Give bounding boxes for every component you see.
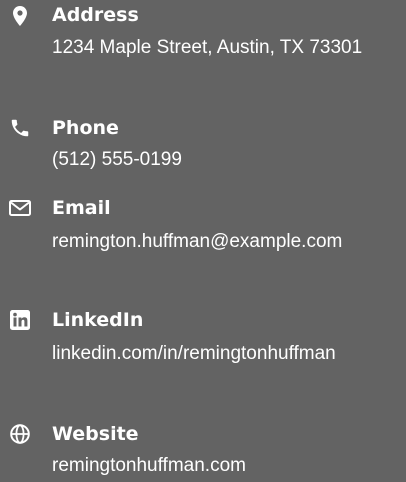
address-label: Address <box>52 4 139 26</box>
website-link[interactable]: remingtonhuffman.com <box>52 450 400 482</box>
globe-icon <box>8 422 32 446</box>
phone-icon <box>8 116 32 140</box>
contact-info-list: Address 1234 Maple Street, Austin, TX 73… <box>0 0 406 480</box>
email-link[interactable]: remington.huffman@example.com <box>52 226 400 258</box>
map-marker-icon <box>8 4 32 28</box>
email-label: Email <box>52 197 111 219</box>
address-value: 1234 Maple Street, Austin, TX 73301 <box>52 37 363 58</box>
linkedin-link[interactable]: linkedin.com/in/remingtonhuffman <box>52 338 400 370</box>
linkedin-icon <box>8 308 32 332</box>
phone-label: Phone <box>52 117 119 139</box>
phone-link[interactable]: (512) 555-0199 <box>52 144 400 176</box>
envelope-icon <box>8 196 32 220</box>
website-label: Website <box>52 423 139 445</box>
linkedin-label: LinkedIn <box>52 309 144 331</box>
